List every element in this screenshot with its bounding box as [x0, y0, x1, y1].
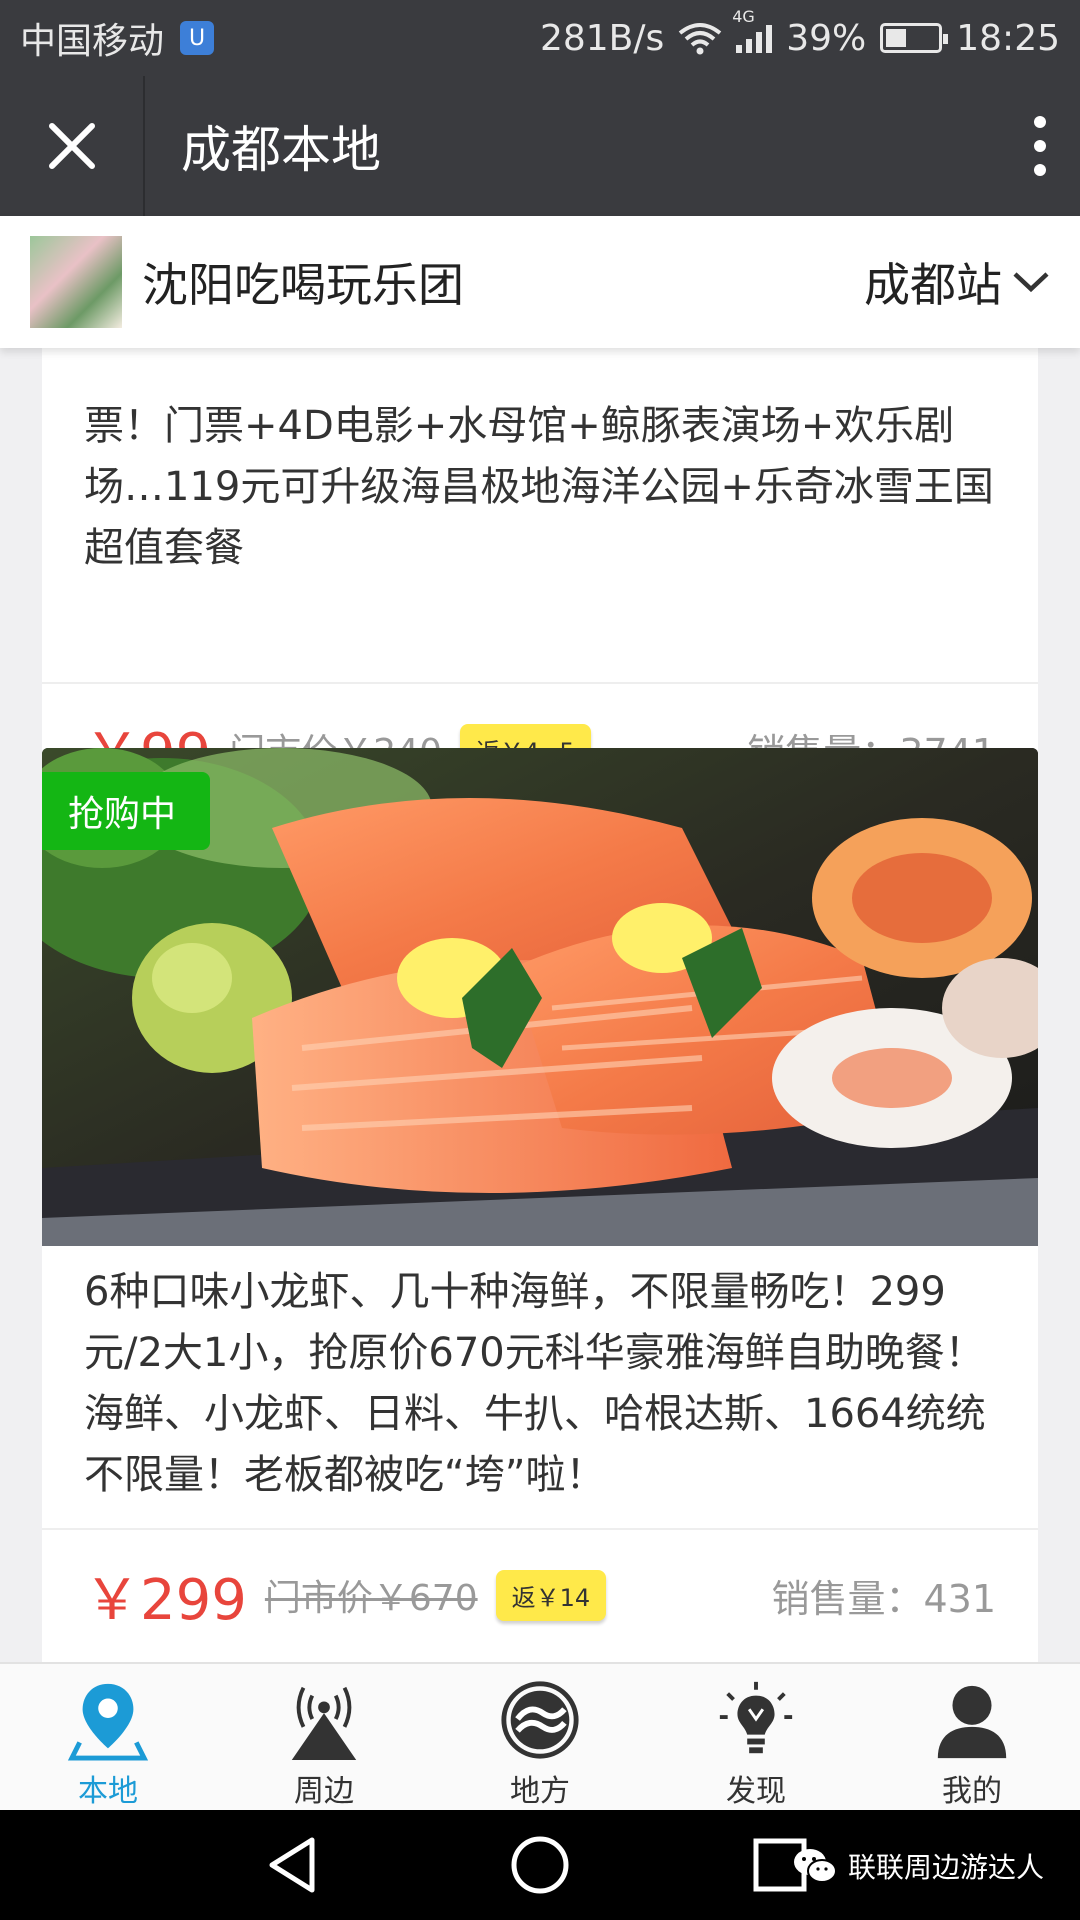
back-icon[interactable]	[260, 1830, 330, 1900]
more-button[interactable]	[1000, 76, 1080, 216]
nav-label: 地方	[510, 1774, 570, 1809]
status-right: 281B/s 4G 39% 18:25	[539, 7, 1060, 59]
group-avatar[interactable]	[30, 236, 122, 328]
network-speed: 281B/s	[539, 17, 665, 59]
deal-image[interactable]: 抢购中	[42, 748, 1038, 1246]
battery-fill	[886, 29, 906, 47]
network-type: 4G	[732, 7, 755, 26]
watermark-text: 联联周边游达人	[847, 1851, 1044, 1884]
deal-list[interactable]: 【最后1天】…的【成都海昌极地海洋公园】超值套票！门票+4D电影+水母馆+鲸豚表…	[0, 348, 1080, 1662]
clock: 18:25	[956, 17, 1060, 59]
close-button[interactable]	[0, 76, 145, 216]
flash-sale-badge: 抢购中	[42, 772, 210, 850]
wifi-icon	[678, 23, 722, 55]
lightbulb-icon	[719, 1681, 793, 1754]
nav-item-mine[interactable]: 我的	[864, 1664, 1080, 1810]
deal-description: 6种口味小龙虾、几十种海鲜，不限量畅吃！299元/2大1小，抢原价670元科华豪…	[84, 1269, 986, 1498]
card-spacer	[42, 348, 1038, 390]
more-dot	[1034, 116, 1046, 128]
nav-label: 发现	[726, 1774, 786, 1809]
carrier-badge-icon: U	[180, 21, 215, 55]
status-left: 中国移动 U	[20, 12, 215, 64]
home-icon[interactable]	[505, 1830, 575, 1900]
battery-percent: 39%	[786, 17, 867, 59]
cell-signal-icon: 4G	[732, 7, 773, 53]
battery-icon	[880, 23, 949, 53]
nav-label: 周边	[294, 1774, 354, 1809]
bottom-nav: 本地 周边 地方 发现 我的	[0, 1662, 1080, 1810]
user-icon	[937, 1685, 1007, 1759]
group-name: 沈阳吃喝玩乐团	[142, 258, 464, 312]
deal-description-text: 【最后1天】…的【成都海昌极地海洋公园】超值套票！门票+4D电影+水母馆+鲸豚表…	[84, 403, 994, 571]
original-price: 门市价￥670	[264, 1578, 478, 1619]
watermark: 联联周边游达人	[792, 1846, 1044, 1886]
status-bar: 中国移动 U 281B/s 4G 39% 18:25	[0, 0, 1080, 76]
deal-description: 【最后1天】…的【成都海昌极地海洋公园】超值套票！门票+4D电影+水母馆+鲸豚表…	[42, 390, 1038, 682]
nav-label: 本地	[78, 1774, 138, 1809]
more-dot	[1034, 140, 1046, 152]
nav-item-discover[interactable]: 发现	[648, 1664, 864, 1810]
radio-tower-icon	[291, 1686, 357, 1761]
nav-label: 我的	[942, 1774, 1002, 1809]
title-bar: 成都本地	[0, 76, 1080, 216]
android-nav-bar: 联联周边游达人	[0, 1810, 1080, 1920]
deal-price: ￥299	[84, 1567, 247, 1633]
page-title: 成都本地	[181, 121, 381, 179]
nav-item-local[interactable]: 本地	[0, 1664, 216, 1810]
chevron-down-icon	[1013, 272, 1049, 293]
city-selector[interactable]: 成都站	[864, 249, 1050, 315]
rebate-badge: 返￥14	[495, 1569, 607, 1621]
group-header: 沈阳吃喝玩乐团 成都站	[0, 216, 1080, 348]
carrier-name: 中国移动	[20, 21, 165, 62]
close-icon	[48, 123, 95, 169]
more-dot	[1034, 164, 1046, 176]
price-row: ￥299 门市价￥670 返￥14 销售量：431	[42, 1530, 1038, 1660]
sales-count: 销售量：431	[771, 1576, 996, 1621]
deal-card[interactable]: 抢购中 6种口味小龙虾、几十种海鲜，不限量畅吃！299元/2大1小，抢原价670…	[42, 748, 1038, 1662]
wechat-icon	[793, 1849, 837, 1883]
city-label: 成都站	[864, 258, 1002, 312]
nav-item-nearby[interactable]: 周边	[216, 1664, 432, 1810]
location-pin-icon	[67, 1683, 149, 1761]
nav-item-region[interactable]: 地方	[432, 1664, 648, 1810]
globe-icon	[501, 1681, 579, 1759]
